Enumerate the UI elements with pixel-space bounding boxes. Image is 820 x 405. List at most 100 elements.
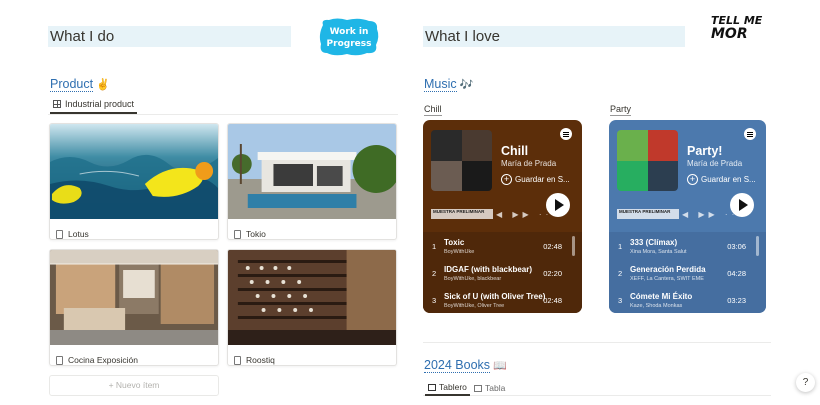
track-duration: 03:06	[727, 242, 746, 251]
track-row[interactable]: 1 Toxic BoyWithUke 02:48	[423, 234, 582, 259]
track-duration: 04:28	[727, 269, 746, 278]
track-number: 2	[432, 269, 437, 278]
card-title: Cocina Exposición	[68, 355, 138, 365]
product-section-title[interactable]: Product ✌️	[50, 77, 110, 92]
help-button[interactable]: ?	[796, 373, 815, 392]
work-in-progress-badge: Work in Progress	[319, 18, 379, 56]
section-divider	[423, 342, 771, 343]
tab-tablero[interactable]: Tablero	[425, 380, 470, 396]
track-duration: 02:48	[543, 296, 562, 305]
badge-line1: Work in	[330, 27, 369, 37]
track-number: 1	[618, 242, 623, 251]
page-icon	[56, 230, 63, 239]
tab-label: Tabla	[485, 383, 506, 393]
track-artist: BoyWithUke, blackbear	[444, 276, 502, 282]
playlist-title: Chill	[501, 144, 529, 158]
track-name: Generación Perdida	[630, 265, 706, 274]
play-button[interactable]	[730, 193, 754, 217]
playlist-title: Party!	[687, 144, 723, 158]
track-number: 2	[618, 269, 623, 278]
tab-label: Industrial product	[65, 99, 135, 109]
spotify-icon[interactable]	[560, 128, 572, 140]
card-caption: Roostiq	[228, 350, 396, 365]
save-to-spotify-button[interactable]: + Guardar en S...	[687, 174, 756, 185]
save-label: Guardar en S...	[515, 175, 570, 184]
card-title: Roostiq	[246, 355, 275, 365]
track-row[interactable]: 3 Sick of U (with Oliver Tree) BoyWithUk…	[423, 288, 582, 313]
track-artist: BoyWithUke	[444, 249, 475, 255]
card-title: Tokio	[246, 229, 266, 239]
track-artist: XEFF, La Cantera, SWIT EME	[630, 276, 704, 282]
save-to-spotify-button[interactable]: + Guardar en S...	[501, 174, 570, 185]
plus-icon: +	[501, 174, 512, 185]
card-caption: Cocina Exposición	[50, 350, 218, 365]
gallery-view-icon	[53, 100, 61, 108]
track-row[interactable]: 3 Cómete Mi Éxito Kaze, Shoda Monkas 03:…	[609, 288, 766, 313]
spotify-icon[interactable]	[744, 128, 756, 140]
spotify-embed-party[interactable]: Party! María de Prada + Guardar en S... …	[609, 120, 766, 313]
table-view-icon	[474, 384, 482, 392]
lotus-image	[50, 124, 218, 219]
track-artist: Xina Mora, Santa Salut	[630, 249, 687, 255]
tracklist: 1 Toxic BoyWithUke 02:48 2 IDGAF (with b…	[423, 232, 582, 313]
chill-label: Chill	[424, 104, 442, 116]
play-button[interactable]	[546, 193, 570, 217]
track-name: Sick of U (with Oliver Tree)	[444, 292, 546, 301]
tokio-image	[228, 124, 396, 219]
music-section-title[interactable]: Music 🎶	[424, 77, 474, 92]
books-section-title[interactable]: 2024 Books 📖	[424, 358, 507, 373]
party-label: Party	[610, 104, 632, 116]
what-i-love-heading: What I love	[423, 26, 685, 47]
track-duration: 02:48	[543, 242, 562, 251]
track-duration: 02:20	[543, 269, 562, 278]
books-view-tabs: Tablero Tabla	[423, 378, 771, 396]
tab-label: Tablero	[439, 382, 467, 392]
playlist-cover	[617, 130, 678, 191]
gallery-card-tokio[interactable]: Tokio	[227, 123, 397, 240]
track-number: 1	[432, 242, 437, 251]
spotify-embed-chill[interactable]: Chill María de Prada + Guardar en S... M…	[423, 120, 582, 313]
preview-label: MUESTRA PRELIMINAR	[617, 209, 679, 219]
tell-me-more-logo: TELL ME MOR	[711, 15, 762, 42]
card-title: Lotus	[68, 229, 89, 239]
tab-industrial-product[interactable]: Industrial product	[50, 96, 138, 114]
track-name: Toxic	[444, 238, 465, 247]
music-notes-icon: 🎶	[459, 79, 474, 91]
playlist-owner: María de Prada	[501, 159, 557, 168]
product-tab-divider	[48, 114, 398, 115]
open-book-icon: 📖	[493, 360, 507, 372]
board-view-icon	[428, 383, 436, 391]
tellme-line2: MOR	[711, 26, 748, 42]
victory-hand-icon: ✌️	[96, 79, 110, 91]
gallery-card-roostiq[interactable]: Roostiq	[227, 249, 397, 366]
roostiq-image	[228, 250, 396, 345]
track-row[interactable]: 1 333 (Clímax) Xina Mora, Santa Salut 03…	[609, 234, 766, 259]
track-name: Cómete Mi Éxito	[630, 292, 693, 301]
preview-label: MUESTRA PRELIMINAR	[431, 209, 493, 219]
track-artist: Kaze, Shoda Monkas	[630, 303, 683, 309]
track-artist: BoyWithUke, Oliver Tree	[444, 303, 505, 309]
new-item-button[interactable]: + Nuevo ítem	[49, 375, 219, 396]
tracklist: 1 333 (Clímax) Xina Mora, Santa Salut 03…	[609, 232, 766, 313]
tab-tabla[interactable]: Tabla	[471, 380, 508, 396]
page-icon	[234, 356, 241, 365]
save-label: Guardar en S...	[701, 175, 756, 184]
gallery-card-lotus[interactable]: Lotus	[49, 123, 219, 240]
track-duration: 03:23	[727, 296, 746, 305]
track-row[interactable]: 2 IDGAF (with blackbear) BoyWithUke, bla…	[423, 261, 582, 286]
track-number: 3	[432, 296, 437, 305]
cocina-exposicion-image	[50, 250, 218, 345]
track-name: IDGAF (with blackbear)	[444, 265, 533, 274]
page-icon	[56, 356, 63, 365]
books-title-text: 2024 Books	[424, 358, 491, 373]
page-icon	[234, 230, 241, 239]
playlist-owner: María de Prada	[687, 159, 743, 168]
gallery-card-cocina-exposicion[interactable]: Cocina Exposición	[49, 249, 219, 366]
playlist-cover	[431, 130, 492, 191]
product-title-text: Product	[50, 77, 94, 92]
track-number: 3	[618, 296, 623, 305]
track-name: 333 (Clímax)	[630, 238, 678, 247]
plus-icon: +	[687, 174, 698, 185]
badge-line2: Progress	[327, 39, 372, 49]
track-row[interactable]: 2 Generación Perdida XEFF, La Cantera, S…	[609, 261, 766, 286]
